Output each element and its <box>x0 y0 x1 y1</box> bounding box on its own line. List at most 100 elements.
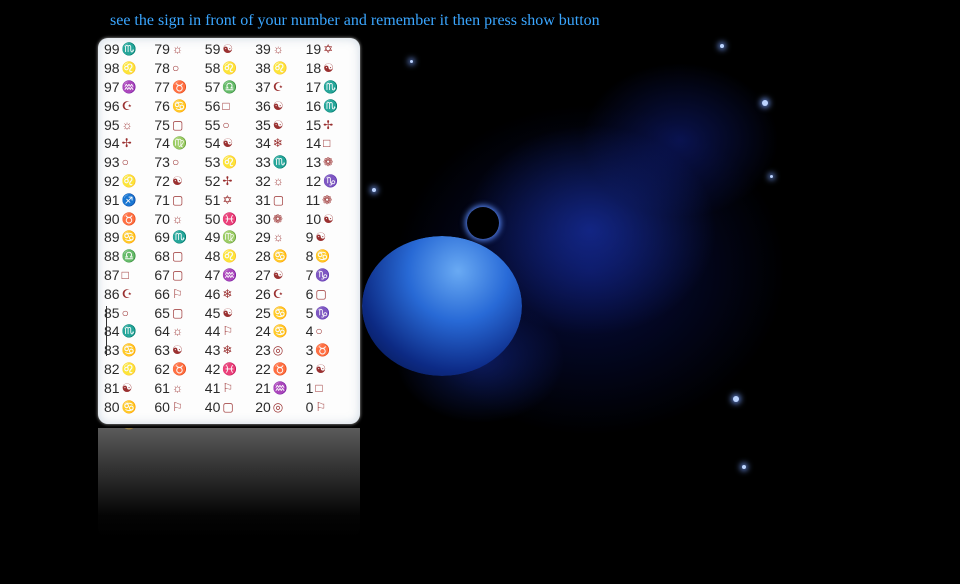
sign-icon: ❄ <box>222 286 233 301</box>
number-label: 41 <box>204 379 221 396</box>
grid-cell: 5 ♑ <box>306 303 356 322</box>
grid-cell: 50 ♓ <box>205 209 255 228</box>
grid-cell: 79 ☼ <box>154 40 204 59</box>
number-label: 82 <box>104 360 120 377</box>
grid-cell: 71 ▢ <box>154 190 204 209</box>
sign-icon: ♉ <box>121 211 137 226</box>
grid-cell: 70 ☼ <box>154 209 204 228</box>
sign-icon: ☯ <box>171 173 183 188</box>
number-label: 49 <box>204 229 221 246</box>
grid-cell: 91 ♐ <box>104 190 154 209</box>
number-label: 60 <box>154 428 170 431</box>
grid-cell: 66 ⚐ <box>154 284 204 303</box>
sign-icon: ○ <box>171 61 180 76</box>
sign-icon: ♑ <box>315 305 331 320</box>
number-label: 20 <box>255 428 271 431</box>
grid-cell: 61 ☼ <box>154 378 204 397</box>
number-label: 8 <box>305 248 314 265</box>
number-label: 23 <box>255 342 271 359</box>
sign-icon: ♎ <box>121 249 137 264</box>
grid-cell: 43 ❄ <box>205 341 255 360</box>
sign-icon: ▢ <box>171 117 184 132</box>
sign-icon: ☯ <box>315 361 327 376</box>
number-label: 7 <box>305 266 314 283</box>
text-cursor <box>106 306 107 356</box>
grid-cell: 15 ✢ <box>306 115 356 134</box>
number-label: 70 <box>154 210 170 227</box>
grid-cell: 19 ✡ <box>306 40 356 59</box>
sign-icon: ○ <box>222 117 230 132</box>
grid-cell: 23 ◎ <box>255 341 305 360</box>
sign-icon: ◎ <box>272 343 284 358</box>
number-label: 80 <box>104 398 120 415</box>
sign-icon: ♌ <box>121 61 137 76</box>
grid-cell: 26 ☪ <box>255 284 305 303</box>
number-label: 76 <box>154 97 170 114</box>
sign-icon: ☯ <box>222 136 234 151</box>
number-label: 0 <box>306 428 314 431</box>
number-label: 15 <box>305 116 322 133</box>
grid-cell: 75 ▢ <box>154 115 204 134</box>
sign-icon: ♒ <box>272 380 288 395</box>
star <box>372 188 376 192</box>
grid-cell: 2 ☯ <box>306 360 356 379</box>
number-symbol-card: 99 ♏ 79 ☼ 59 ☯ 39 ☼ 19 ✡ 98 ♌ 78 ○ 58 ♌ 38 ♌ 18 ☯ 97 ♒ 77 ♉ 57 ♎ 3… <box>98 38 360 424</box>
grid-cell: 16 ♏ <box>306 96 356 115</box>
number-label: 6 <box>305 285 314 302</box>
number-label: 22 <box>255 360 271 377</box>
sign-icon: □ <box>315 380 323 395</box>
sign-icon: □ <box>222 98 230 113</box>
grid-cell: 72 ☯ <box>154 172 204 191</box>
number-label: 81 <box>104 379 120 396</box>
sign-icon: ☯ <box>323 211 334 226</box>
grid-cell: 22 ♉ <box>255 360 305 379</box>
number-label: 9 <box>305 229 314 246</box>
reflection-cell: 20◎ <box>255 428 305 432</box>
sign-icon: ☼ <box>121 117 133 132</box>
star <box>733 396 739 402</box>
number-label: 99 <box>104 41 120 58</box>
moon-image <box>467 207 499 239</box>
sign-icon: ☯ <box>222 42 234 57</box>
sign-icon: ♏ <box>323 79 339 94</box>
number-label: 21 <box>255 379 271 396</box>
number-label: 73 <box>154 154 170 171</box>
number-label: 79 <box>154 41 170 58</box>
sign-icon: ❄ <box>222 343 233 358</box>
grid-cell: 64 ☼ <box>154 322 204 341</box>
grid-cell: 51 ✡ <box>205 190 255 209</box>
number-label: 29 <box>255 229 271 246</box>
grid-cell: 14 □ <box>306 134 356 153</box>
reflection-cell: 0⚐ <box>306 428 356 432</box>
number-label: 1 <box>305 379 314 396</box>
number-label: 45 <box>204 304 221 321</box>
sign-icon: ○ <box>171 155 180 170</box>
grid-cell: 77 ♉ <box>154 78 204 97</box>
sign-icon: ✡ <box>323 42 334 57</box>
sign-icon: ☯ <box>222 305 234 320</box>
number-label: 4 <box>305 323 314 340</box>
number-label: 80 <box>104 428 120 431</box>
sign-icon: ◎ <box>273 428 283 430</box>
number-label: 72 <box>154 172 170 189</box>
grid-cell: 48 ♌ <box>205 247 255 266</box>
grid-cell: 68 ▢ <box>154 247 204 266</box>
grid-cell: 0 ⚐ <box>306 397 356 416</box>
sign-icon: □ <box>121 267 129 282</box>
grid-cell: 69 ♏ <box>154 228 204 247</box>
number-label: 58 <box>204 60 221 77</box>
grid-cell: 57 ♎ <box>205 78 255 97</box>
grid-cell: 81 ☯ <box>104 378 154 397</box>
grid-cell: 63 ☯ <box>154 341 204 360</box>
sign-icon: ♋ <box>122 428 137 430</box>
number-label: 74 <box>154 135 170 152</box>
sign-icon: ♌ <box>222 249 238 264</box>
number-label: 93 <box>104 154 120 171</box>
sign-icon: ♏ <box>171 230 187 245</box>
sign-icon: ⚐ <box>315 399 327 414</box>
number-label: 96 <box>104 97 120 114</box>
number-label: 28 <box>255 248 271 265</box>
grid-cell: 4 ○ <box>306 322 356 341</box>
sign-icon: ♌ <box>272 61 288 76</box>
star <box>770 175 773 178</box>
